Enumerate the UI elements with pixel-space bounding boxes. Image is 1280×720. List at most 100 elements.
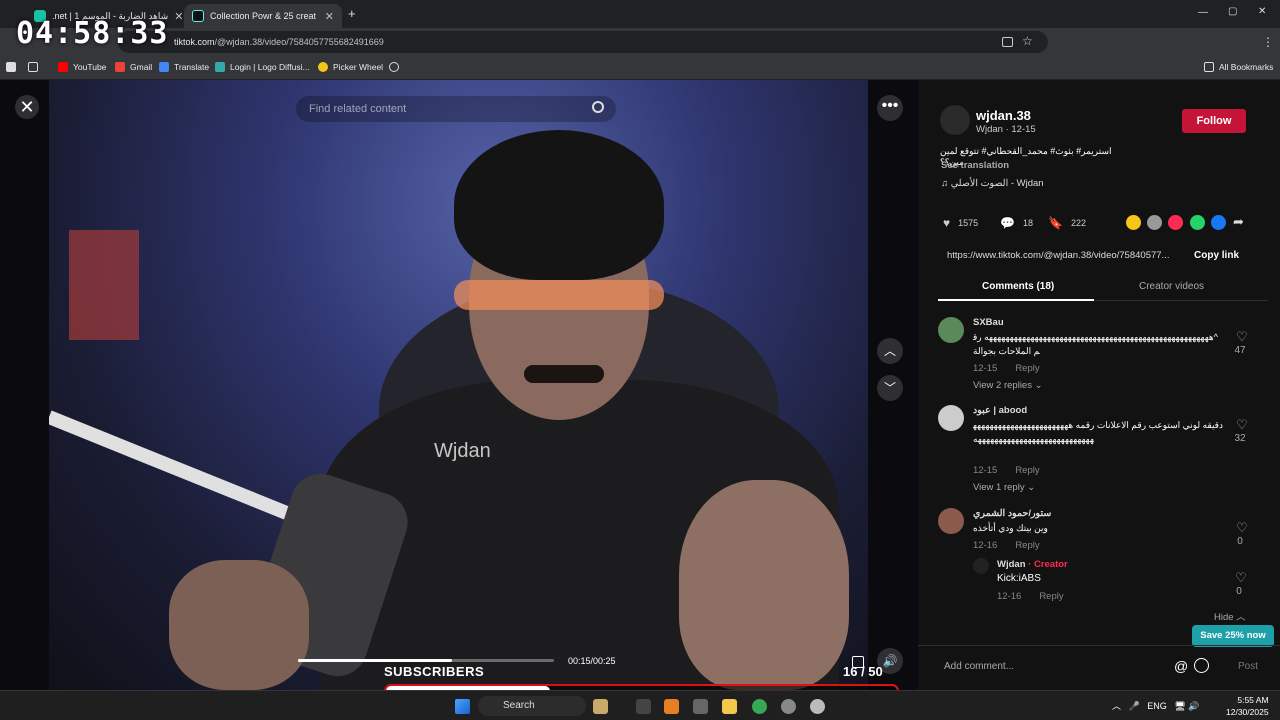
share-arrow-icon[interactable]: ➦	[1233, 214, 1244, 230]
bookmark-translate[interactable]: Translate	[159, 62, 209, 72]
widgets-icon[interactable]	[593, 699, 608, 714]
see-translation-link[interactable]: See translation	[941, 160, 1009, 171]
like-count: 1575	[958, 218, 979, 228]
app-icon[interactable]	[781, 699, 796, 714]
reply-like-icon[interactable]: ♡	[1233, 570, 1249, 586]
store-icon[interactable]	[693, 699, 708, 714]
bookmark-label: Translate	[174, 62, 210, 72]
browser-tab-bar: .net | 1 شاهد الضاربة - الموسم ✕ Collect…	[0, 0, 1280, 28]
bookmark-youtube[interactable]: YouTube	[58, 62, 106, 72]
facebook-icon[interactable]	[1211, 215, 1226, 230]
share-embed-icon[interactable]	[1147, 215, 1162, 230]
wheel-icon	[318, 62, 328, 72]
commenter-avatar[interactable]	[938, 317, 964, 343]
bookmark-picker-wheel[interactable]: Picker Wheel	[318, 62, 383, 72]
save-promo-badge[interactable]: Save 25% now	[1192, 625, 1274, 647]
taskbar-search[interactable]: Search	[478, 696, 586, 716]
reply-button[interactable]: Reply	[1015, 465, 1039, 476]
comment-like-icon[interactable]: ♡	[1234, 520, 1250, 536]
previous-video-button[interactable]: ︿	[877, 338, 903, 364]
app-icon[interactable]	[664, 699, 679, 714]
video-progress-bar[interactable]	[298, 659, 554, 662]
task-view-icon[interactable]	[636, 699, 651, 714]
file-explorer-icon[interactable]	[722, 699, 737, 714]
hide-replies-button[interactable]: Hide ︿	[1214, 609, 1246, 623]
bookmark-globe[interactable]	[389, 62, 404, 72]
more-options-button[interactable]: •••	[877, 95, 903, 121]
reply-button[interactable]: Reply	[1015, 363, 1039, 374]
bookmark-star-icon[interactable]: ☆	[1022, 34, 1033, 48]
close-video-button[interactable]: ✕	[15, 95, 39, 119]
language-indicator[interactable]: ENG	[1147, 701, 1167, 711]
maximize-icon[interactable]: ▢	[1228, 6, 1237, 17]
follow-button[interactable]: Follow	[1182, 109, 1246, 133]
video-player[interactable]: Wjdan	[49, 80, 868, 690]
creator-username[interactable]: wjdan.38	[976, 108, 1031, 123]
obs-icon[interactable]	[810, 699, 825, 714]
chrome-icon[interactable]	[752, 699, 767, 714]
close-tab-icon[interactable]: ✕	[319, 10, 334, 23]
commenter-avatar[interactable]	[938, 405, 964, 431]
reply-date: 12-16	[997, 591, 1022, 602]
comment-text: دقيقه لوني استوعب رقم الاعلانات رقمه ههه…	[973, 420, 1223, 444]
comment-like-count: 32	[1234, 433, 1246, 444]
reply-author-name[interactable]: Wjdan	[997, 559, 1026, 570]
view-replies-button[interactable]: View 2 replies ⌄	[973, 380, 1043, 391]
creator-avatar[interactable]	[940, 105, 970, 135]
share-send-icon[interactable]	[1168, 215, 1183, 230]
minimize-icon[interactable]: —	[1198, 7, 1208, 18]
apps-icon[interactable]	[6, 62, 21, 72]
save-stat[interactable]: 🔖 222	[1048, 216, 1086, 230]
close-window-icon[interactable]: ✕	[1258, 6, 1266, 17]
windows-start-icon[interactable]	[455, 699, 470, 714]
mention-icon[interactable]: @	[1174, 658, 1188, 674]
browser-menu-icon[interactable]: ⋮	[1262, 35, 1274, 49]
browser-tab-tiktok[interactable]: Collection Powr & 25 creat ✕	[184, 4, 342, 28]
comment-like-icon[interactable]: ♡	[1234, 417, 1250, 433]
commenter-name[interactable]: ستور/حمود الشمري	[973, 508, 1051, 519]
comment-icon: 💬	[1000, 216, 1015, 230]
close-tab-icon[interactable]: ✕	[168, 10, 183, 23]
commenter-name[interactable]: SXBau	[973, 317, 1004, 328]
comment-stat[interactable]: 💬 18	[1000, 216, 1033, 230]
tiktok-favicon-icon	[192, 10, 204, 22]
comment-like-icon[interactable]: ♡	[1234, 329, 1250, 345]
reply-button[interactable]: Reply	[1015, 540, 1039, 551]
reply-button[interactable]: Reply	[1039, 591, 1063, 602]
post-button[interactable]: Post	[1238, 661, 1258, 672]
next-video-button[interactable]: ﹀	[877, 375, 903, 401]
system-tray[interactable]: ︿ 🎤 ENG 🖥 🔊	[1112, 699, 1199, 712]
tab-comments[interactable]: Comments (18)	[982, 281, 1054, 292]
find-related-search[interactable]: Find related content	[296, 96, 616, 122]
all-bookmarks[interactable]: All Bookmarks	[1204, 62, 1273, 72]
like-stat[interactable]: ♥ 1575	[943, 216, 978, 230]
address-bar-row: tiktok.com/@wjdan.38/video/7584057755682…	[0, 28, 1280, 76]
copy-link-button[interactable]: Copy link	[1194, 250, 1239, 261]
cast-icon[interactable]	[1002, 37, 1013, 47]
tab-creator-videos[interactable]: Creator videos	[1139, 281, 1204, 292]
grid-icon[interactable]	[28, 62, 43, 72]
reply-text: Kick:iABS	[997, 573, 1041, 584]
emoji-icon[interactable]	[1194, 658, 1209, 673]
taskbar-clock[interactable]: 5:55 AM 12/30/2025	[1226, 694, 1269, 718]
bookmark-gmail[interactable]: Gmail	[115, 62, 152, 72]
tinted-glasses	[454, 280, 664, 310]
share-repost-icon[interactable]	[1126, 215, 1141, 230]
whatsapp-icon[interactable]	[1190, 215, 1205, 230]
search-icon[interactable]	[592, 101, 604, 113]
creator-reply-avatar[interactable]	[973, 558, 989, 574]
tab-label: Collection Powr & 25 creat	[210, 11, 317, 21]
bookmark-icon: 🔖	[1048, 216, 1063, 230]
view-replies-button[interactable]: View 1 reply ⌄	[973, 482, 1035, 493]
sound-info[interactable]: ♫ الصوت الأصلي - Wjdan	[941, 178, 1044, 189]
bookmark-login[interactable]: Login | Logo Diffusi...	[215, 62, 310, 72]
url-bar[interactable]: tiktok.com/@wjdan.38/video/7584057755682…	[118, 31, 1048, 53]
commenter-avatar[interactable]	[938, 508, 964, 534]
comment-like-count: 0	[1237, 536, 1243, 547]
new-tab-button[interactable]: +	[348, 6, 356, 21]
commenter-name[interactable]: عبود | abood	[973, 405, 1027, 416]
stream-timer: 04:58:33	[16, 16, 169, 51]
add-comment-input[interactable]: Add comment...	[944, 661, 1014, 672]
bookmarks-bar: YouTube Gmail Translate Login | Logo Dif…	[0, 56, 1280, 80]
bookmark-label: Gmail	[130, 62, 153, 72]
